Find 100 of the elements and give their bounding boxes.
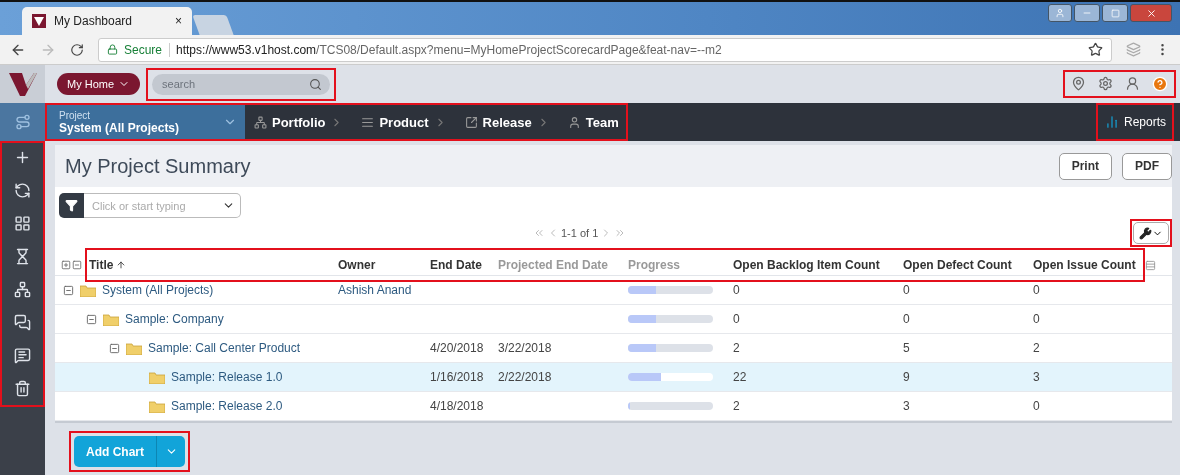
table-cell: Ashish Anand: [338, 283, 412, 297]
column-settings-icon[interactable]: [1145, 259, 1156, 271]
filter-icon: [65, 199, 78, 212]
collapse-all-icon[interactable]: [72, 260, 82, 270]
table-cell[interactable]: Sample: Call Center Product: [148, 341, 301, 355]
user-button[interactable]: [1048, 4, 1072, 22]
toolbar-button[interactable]: Print: [1058, 152, 1112, 180]
table-cell[interactable]: Sample: Release 2.0: [171, 399, 283, 413]
toolbar-button[interactable]: PDF: [1122, 152, 1172, 180]
help-icon[interactable]: [1152, 76, 1168, 92]
table-cell: 0: [903, 312, 910, 326]
table-cell: 1/16/2018: [430, 370, 484, 384]
reports-button[interactable]: Reports: [1095, 103, 1174, 141]
page-title: My Project Summary: [65, 154, 252, 178]
search-icon: [309, 77, 323, 91]
sort-icon: [116, 260, 127, 270]
add-chart-menu-button[interactable]: [156, 436, 185, 467]
nav-item[interactable]: Product: [352, 103, 456, 141]
folder-icon: [126, 341, 142, 355]
table-cell: 4/18/2018: [430, 399, 484, 413]
grid-icon[interactable]: [14, 215, 31, 232]
search-field[interactable]: search: [152, 73, 331, 95]
folder-icon: [80, 283, 96, 297]
nav-side-tile[interactable]: [0, 103, 45, 141]
filter-field[interactable]: Click or start typing: [84, 193, 241, 218]
browser-tab[interactable]: My Dashboard ×: [22, 7, 192, 35]
user-icon[interactable]: [1125, 76, 1140, 91]
table-cell: 4/20/2018: [430, 341, 484, 355]
lock-icon: [107, 44, 118, 55]
table-cell: 3: [1033, 370, 1040, 384]
table-cell: 3/22/2018: [498, 341, 552, 355]
settings-icon[interactable]: [1098, 76, 1113, 91]
hierarchy-icon: [254, 115, 267, 129]
first-page-icon: [533, 227, 545, 239]
watch-icon[interactable]: [14, 182, 31, 199]
collapse-icon[interactable]: [109, 342, 120, 354]
nav-item[interactable]: Team: [558, 103, 628, 141]
secure-label: Secure: [124, 42, 171, 57]
tab-title: My Dashboard: [54, 14, 134, 28]
column-header[interactable]: End Date: [430, 258, 482, 272]
logo-icon: [7, 71, 38, 97]
person-icon: [1055, 8, 1065, 18]
column-header[interactable]: Open Issue Count: [1033, 258, 1136, 272]
table-cell: 0: [1033, 399, 1040, 413]
expand-all-icon[interactable]: [61, 260, 71, 270]
folder-icon: [149, 399, 165, 413]
hourglass-icon[interactable]: [14, 248, 31, 265]
comment-icon[interactable]: [14, 347, 31, 364]
minimize-button[interactable]: [1074, 4, 1100, 22]
favicon-icon: [32, 14, 46, 28]
column-header[interactable]: Open Backlog Item Count: [733, 258, 880, 272]
table-cell: 0: [733, 283, 740, 297]
chat-icon[interactable]: [14, 314, 31, 331]
bar-chart-icon: [1104, 115, 1119, 129]
table-cell: 2: [733, 341, 740, 355]
nav-item[interactable]: Release: [455, 103, 559, 141]
table-cell[interactable]: Sample: Release 1.0: [171, 370, 283, 384]
close-icon: [1145, 7, 1157, 19]
pager-text: 1-1 of 1: [561, 227, 599, 239]
route-icon: [14, 114, 31, 130]
folder-icon: [103, 312, 119, 326]
pin-icon[interactable]: [1071, 76, 1086, 91]
address-bar[interactable]: Secure https://www53.v1host.com/TCS08/Default.aspx?menu=MyHomeProjectScorecardPage&feat-nav=--m2: [98, 37, 1112, 62]
column-header[interactable]: Open Defect Count: [903, 258, 1012, 272]
network-icon[interactable]: [14, 281, 31, 298]
table-cell: 0: [903, 283, 910, 297]
project-picker[interactable]: Project System (All Projects): [45, 103, 245, 141]
table-cell: 2: [1033, 341, 1040, 355]
maximize-icon: [1110, 8, 1120, 18]
reload-icon[interactable]: [70, 42, 84, 57]
column-header[interactable]: Owner: [338, 258, 376, 272]
plus-icon[interactable]: [14, 149, 31, 166]
tab-close[interactable]: ×: [175, 14, 182, 28]
maximize-button[interactable]: [1102, 4, 1128, 22]
column-header[interactable]: Title: [85, 258, 127, 272]
filter-button[interactable]: [59, 193, 84, 218]
table-cell: 0: [1033, 312, 1040, 326]
release-icon: [464, 115, 478, 129]
table-cell: 2: [733, 399, 740, 413]
table-cell: 0: [733, 312, 740, 326]
star-icon[interactable]: [1088, 42, 1103, 57]
wrench-icon: [1139, 226, 1152, 240]
logo-tile[interactable]: [0, 65, 45, 103]
table-cell: 3: [903, 399, 910, 413]
collapse-icon[interactable]: [63, 284, 74, 296]
table-cell: 22: [733, 370, 747, 384]
list-icon: [361, 115, 375, 129]
url-text: https://www53.v1host.com/TCS08/Default.aspx?menu=MyHomeProjectScorecardPage&feat-nav=--m2: [176, 42, 722, 57]
table-cell: 9: [903, 370, 910, 384]
person-icon: [567, 115, 581, 129]
table-cell: 0: [1033, 283, 1040, 297]
home-menu[interactable]: My Home: [57, 73, 141, 95]
table-cell[interactable]: Sample: Company: [125, 312, 224, 326]
table-cell[interactable]: System (All Projects): [102, 283, 214, 297]
table-cell: 5: [903, 341, 910, 355]
nav-item[interactable]: Portfolio: [245, 103, 353, 141]
table-row[interactable]: Sample: Release 1.0 1/16/2018 2/22/2018 22 9 3: [55, 363, 1172, 392]
folder-icon: [149, 370, 165, 384]
collapse-icon[interactable]: [86, 313, 97, 325]
trash-icon[interactable]: [14, 380, 31, 397]
